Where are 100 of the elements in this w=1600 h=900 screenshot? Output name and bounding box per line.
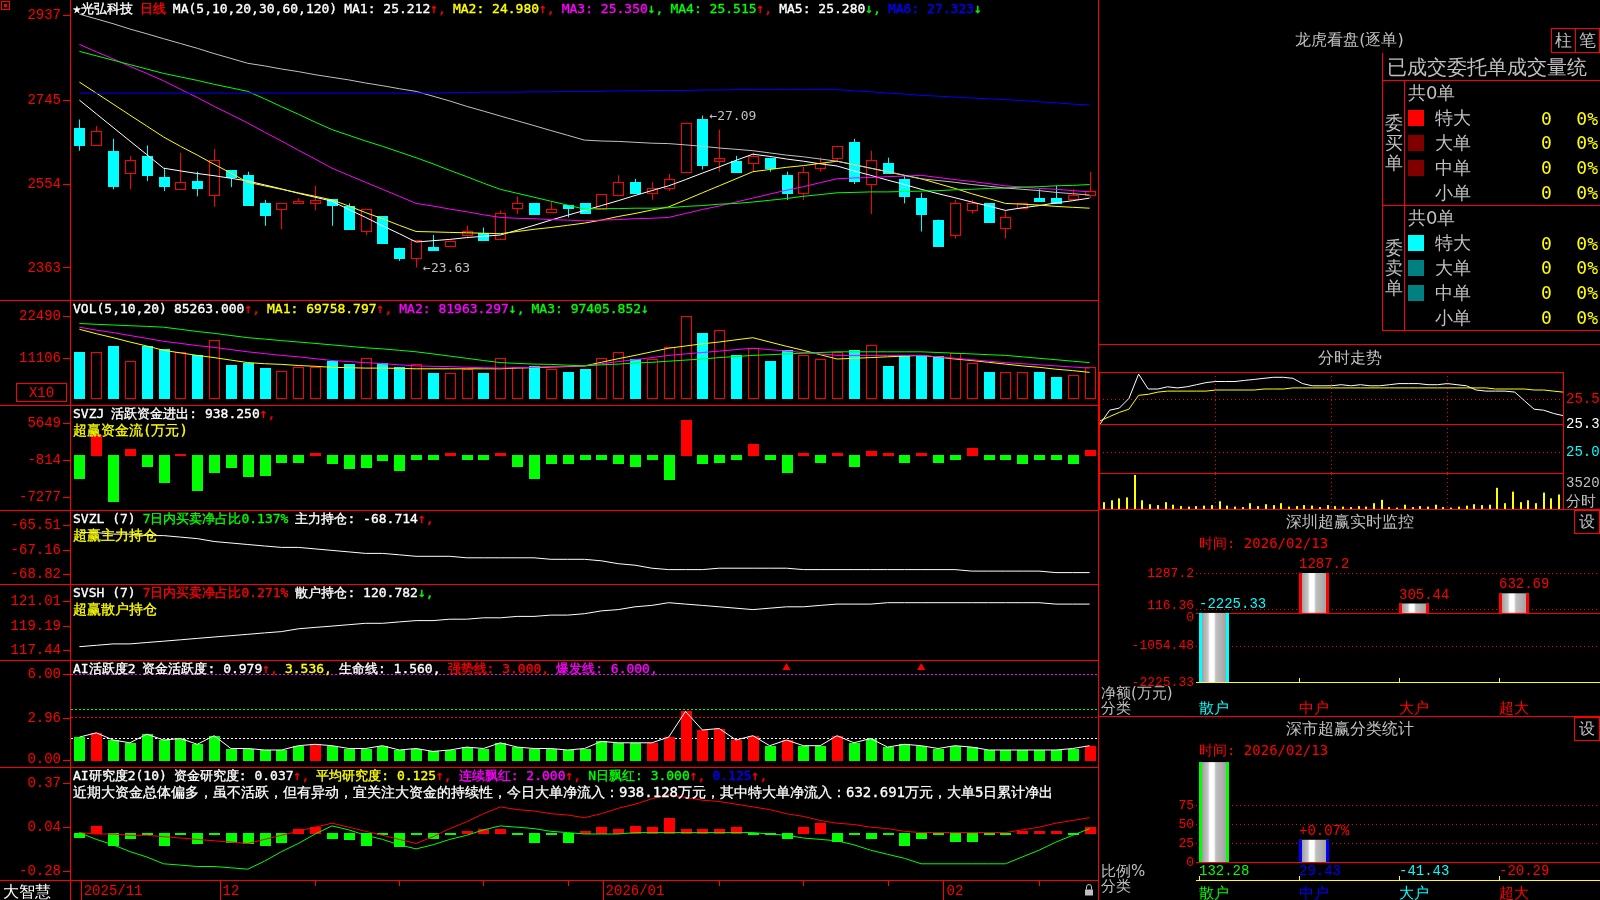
candle [664,173,675,192]
volume-bar [445,373,456,399]
activity-bar [782,740,793,761]
fund-flow-bar [899,455,910,463]
order-percent: 0% [1576,182,1599,204]
fund-flow-bar [697,455,708,464]
candle [462,225,473,239]
settings-button[interactable]: 设 [1574,717,1600,741]
fund-flow-bar [933,455,944,463]
settings-button[interactable]: 设 [1574,510,1600,534]
legend-text: AI研究度2(10) [73,768,167,783]
activity-bar [125,743,136,761]
volume-bar [546,369,557,399]
research-bar [310,827,321,834]
fund-flow-bar [765,455,776,460]
candle [580,202,591,214]
fund-flow-bar [411,455,422,460]
legend-text: ★光弘科技 [73,1,133,16]
signal-marker [917,663,926,670]
legend-text: MA6: 27.323↓ [887,1,982,16]
research-bar [327,833,338,839]
axis-label: 2.96 [27,709,61,726]
axis-title: 分类 [1101,877,1131,895]
fund-flow-bar [276,455,287,463]
volume-bar [209,340,220,399]
axis-label: 119.19 [10,618,61,635]
activity-bar [832,736,843,761]
candle [866,150,877,215]
legend-text: SVZJ [73,406,105,421]
research-bar [950,833,961,842]
order-type-label: 特大 [1435,106,1471,131]
fund-flow-bar [310,453,321,456]
square-icon [1,1,10,10]
date-label: 12 [222,883,240,899]
research-bar [478,829,489,834]
category-label: 散户 [1199,699,1229,716]
research-bar [361,833,372,846]
fund-flow-bar [327,455,338,464]
activity-bar [260,750,271,761]
volume-bar [782,350,793,399]
legend-text: AI活跃度2 [73,661,136,676]
volume-bar [798,355,809,399]
candle [714,129,725,173]
toggle-button[interactable]: 笔 [1575,28,1600,53]
candle [108,138,119,190]
axis-label: 121.01 [10,593,61,610]
value-label: 132.28 [1199,863,1250,879]
axis-label: 25 [1178,835,1194,851]
fund-flow-bar [967,448,978,456]
fund-flow-bar [563,455,574,464]
legend-text: SVZL (7) [73,511,136,526]
axis-label: -67.16 [10,541,61,558]
activity-bar [411,749,422,761]
activity-bar [798,746,809,761]
order-type-label: 大单 [1435,131,1471,155]
order-percent: 0% [1576,157,1599,179]
axis-label: -68.82 [10,566,61,583]
legend-text: MA2: 24.980↑, [452,1,555,16]
legend-text: N日飘红: 3.000↑, [588,768,706,783]
volume-bar [765,361,776,399]
research-bar [462,831,473,834]
activity-bar [967,747,978,761]
volume-bar [142,346,153,399]
volume-bar [529,366,540,399]
order-type-label: 中单 [1435,280,1471,305]
legend-text: MA1: 69758.797↑, [267,301,393,316]
candle [933,219,944,247]
volume-bar [1000,372,1011,399]
legend-text: 强势线: 3.000, [447,661,550,676]
activity-bar [1000,750,1011,761]
order-count: 0 [1541,257,1552,279]
activity-bar [815,746,826,761]
axis-label: 2554 [27,175,61,192]
fund-flow-bar [950,455,961,460]
activity-bar [293,746,304,761]
volume-bar [310,367,321,399]
volume-bar [394,367,405,399]
toggle-button[interactable]: 柱 [1551,28,1576,53]
activity-bar [883,747,894,761]
volume-bar [950,353,961,399]
fund-flow-bar [478,455,489,460]
research-bar [647,827,658,834]
candle [192,171,203,197]
activity-bar [1034,750,1045,761]
candle [394,247,405,262]
date-label: 时间: 2026/02/13 [1199,534,1329,552]
candle [815,157,826,173]
research-bar [108,833,119,846]
activity-bar [563,750,574,761]
volume-bar [512,367,523,399]
volume-bar [697,333,708,399]
order-total: 共0单 [1408,206,1456,231]
volume-bar [967,363,978,399]
activity-bar [478,749,489,761]
candle [798,166,809,201]
candle [495,209,506,240]
category-label: 超大 [1499,884,1529,900]
candle [310,185,321,211]
caption-text: 近期大资金总体偏多，虽不活跃，但有异动，宜关注大资金的持续性，今日大单净流入：938.128万元，其中特大单净流入：632.691万元，大单5日累计净出 [73,783,1054,801]
candle [849,138,860,185]
